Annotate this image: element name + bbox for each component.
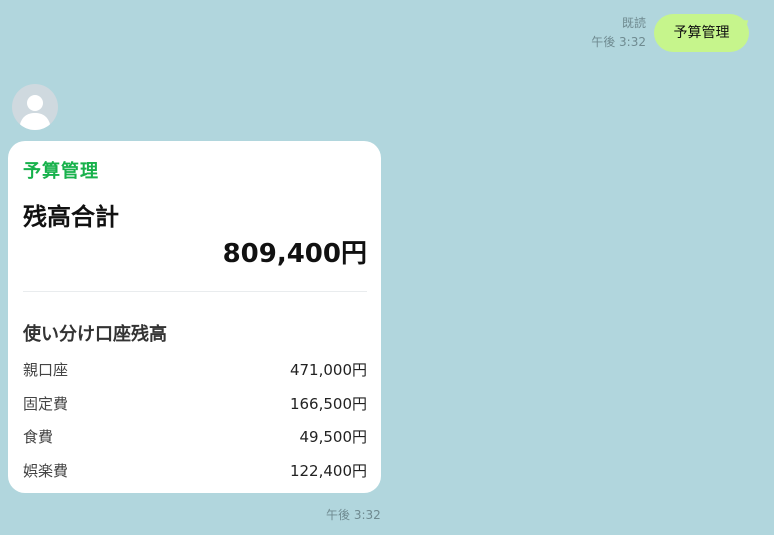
account-balance-list: 親口座 471,000円 固定費 166,500円 食費 49,500円 娯楽費… — [23, 353, 367, 487]
section-title: 使い分け口座残高 — [23, 324, 167, 345]
read-receipt: 既読 — [621, 16, 646, 30]
incoming-timestamp: 午後 3:32 — [326, 508, 381, 522]
account-amount: 471,000円 — [289, 361, 367, 380]
card-divider — [23, 291, 367, 292]
account-name: 娯楽費 — [23, 461, 69, 480]
list-item: 娯楽費 122,400円 — [23, 454, 367, 488]
card-title: 残高合計 — [23, 203, 119, 231]
list-item: 固定費 166,500円 — [23, 387, 367, 421]
outgoing-message-meta: 既読 午後 3:32 — [591, 14, 646, 52]
account-amount: 49,500円 — [299, 428, 368, 447]
outgoing-message-bubble[interactable]: 予算管理 — [654, 14, 749, 52]
list-item: 食費 49,500円 — [23, 420, 367, 454]
outgoing-timestamp: 午後 3:32 — [591, 35, 646, 49]
card-label: 予算管理 — [23, 161, 99, 182]
avatar[interactable] — [12, 84, 58, 130]
account-amount: 166,500円 — [289, 394, 367, 413]
account-name: 固定費 — [23, 394, 69, 413]
list-item: 親口座 471,000円 — [23, 353, 367, 387]
default-person-icon — [19, 95, 51, 130]
total-balance: 809,400円 — [222, 239, 367, 269]
account-amount: 122,400円 — [289, 461, 367, 480]
budget-card[interactable]: 予算管理 残高合計 809,400円 使い分け口座残高 親口座 471,000円… — [8, 141, 381, 493]
account-name: 親口座 — [23, 361, 69, 380]
account-name: 食費 — [23, 428, 54, 447]
